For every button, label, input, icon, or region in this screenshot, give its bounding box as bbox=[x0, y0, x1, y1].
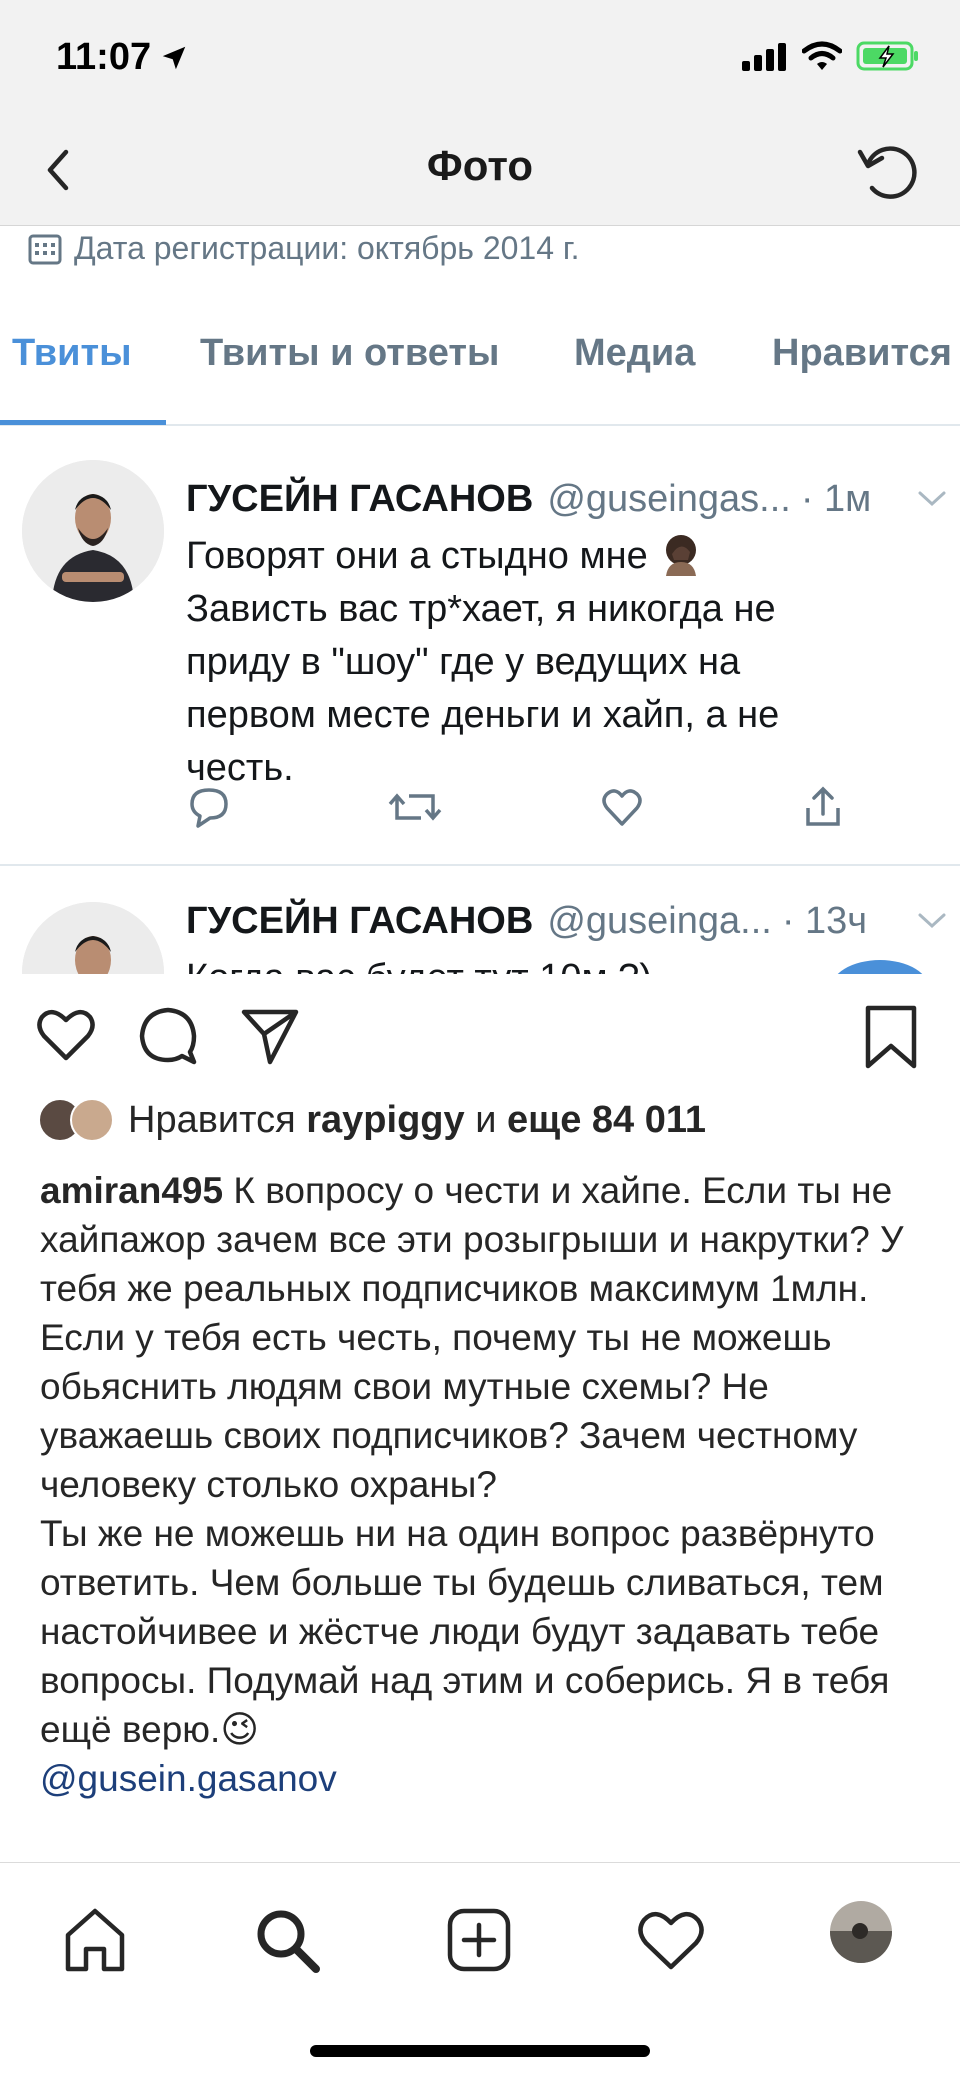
liker-avatar bbox=[70, 1098, 114, 1142]
save-button[interactable] bbox=[862, 1004, 920, 1070]
likes-conj: и bbox=[475, 1098, 497, 1141]
likes-text: Нравится raypiggy и еще 84 011 bbox=[128, 1099, 706, 1142]
tweet-divider bbox=[0, 864, 960, 866]
tweet-line: Зависть вас тр*хает, я никогда не bbox=[186, 588, 776, 630]
share-button[interactable] bbox=[238, 1004, 302, 1068]
like-button[interactable] bbox=[34, 1004, 98, 1064]
status-icons bbox=[742, 40, 920, 72]
home-indicator bbox=[310, 2045, 650, 2057]
battery-charging-icon bbox=[856, 41, 918, 71]
tweet-author-name: ГУСЕЙН ГАСАНОВ bbox=[186, 478, 534, 520]
tweet-author-name: ГУСЕЙН ГАСАНОВ bbox=[186, 900, 534, 942]
status-time: 11:07 bbox=[56, 36, 189, 79]
tweet-text: Когда вас будет тут 10м ?) bbox=[186, 952, 886, 974]
tab-tweets: Твиты bbox=[12, 332, 132, 374]
facepalm-emoji-icon bbox=[666, 535, 697, 576]
post-photo[interactable]: Дата регистрации: октябрь 2014 г. Твиты … bbox=[0, 226, 960, 974]
tab-likes: Нравится bbox=[772, 332, 952, 374]
active-tab-indicator bbox=[0, 420, 166, 425]
post-caption: amiran495 К вопросу о чести и хайпе. Есл… bbox=[40, 1166, 930, 1803]
caption-paragraph: Ты же не можешь ни на один вопрос развёр… bbox=[40, 1509, 930, 1754]
tweet-header: ГУСЕЙН ГАСАНОВ @guseingas... · 1м bbox=[186, 478, 871, 521]
reply-icon bbox=[190, 788, 228, 828]
calendar-icon bbox=[28, 234, 62, 264]
tweet-actions bbox=[186, 784, 846, 830]
comment-button[interactable] bbox=[136, 1004, 200, 1068]
twitter-tabs: Твиты Твиты и ответы Медиа Нравится bbox=[0, 310, 960, 426]
status-bar: 11:07 bbox=[0, 0, 960, 120]
home-tab[interactable] bbox=[58, 1903, 132, 1977]
likes-row[interactable]: Нравится raypiggy и еще 84 011 bbox=[38, 1098, 706, 1142]
profile-tab[interactable] bbox=[830, 1901, 892, 1963]
clock-text: 11:07 bbox=[56, 36, 152, 78]
caption-text: К вопросу о чести и хайпе. Если ты не ха… bbox=[40, 1170, 904, 1505]
navigation-bar: Фото bbox=[0, 120, 960, 226]
profile-avatar bbox=[830, 1901, 892, 1963]
avatar-image bbox=[22, 460, 164, 602]
tweet-line: приду в "шоу" где у ведущих на bbox=[186, 641, 741, 683]
avatar bbox=[22, 902, 164, 974]
registration-text: Дата регистрации: октябрь 2014 г. bbox=[74, 230, 580, 266]
registration-row: Дата регистрации: октябрь 2014 г. bbox=[28, 230, 580, 267]
tweet-line: Говорят они а стыдно мне bbox=[186, 530, 886, 583]
caption-mention[interactable]: @gusein.gasanov bbox=[40, 1758, 337, 1799]
heart-outline-icon bbox=[601, 789, 642, 826]
tweet-line: первом месте деньги и хайп, а не bbox=[186, 694, 780, 736]
activity-tab[interactable] bbox=[634, 1903, 708, 1977]
tab-media: Медиа bbox=[574, 332, 696, 374]
wink-emoji: 😉 bbox=[220, 1709, 259, 1750]
new-post-tab[interactable] bbox=[442, 1903, 516, 1977]
rotate-button[interactable] bbox=[854, 134, 926, 206]
rotate-icon bbox=[857, 146, 917, 199]
search-tab[interactable] bbox=[250, 1903, 324, 1977]
location-arrow-icon bbox=[162, 46, 186, 69]
signal-icon bbox=[742, 43, 786, 71]
likes-count[interactable]: еще 84 011 bbox=[507, 1099, 706, 1141]
tweet-time: · 1м bbox=[800, 478, 872, 520]
tweet-text: Говорят они а стыдно мне Зависть вас тр*… bbox=[186, 530, 886, 795]
chevron-down-icon bbox=[918, 913, 946, 929]
retweet-icon bbox=[389, 793, 442, 821]
avatar-image bbox=[22, 902, 164, 974]
caption-username[interactable]: amiran495 bbox=[40, 1170, 223, 1211]
page-title: Фото bbox=[426, 142, 534, 189]
tab-tweets-replies: Твиты и ответы bbox=[200, 332, 500, 374]
post-actions bbox=[0, 974, 960, 1094]
tweet-line: Когда вас будет тут 10м ?) bbox=[186, 952, 886, 974]
share-icon bbox=[806, 786, 840, 826]
caption-paragraph: amiran495 К вопросу о чести и хайпе. Есл… bbox=[40, 1166, 930, 1509]
liker-username[interactable]: raypiggy bbox=[306, 1099, 464, 1141]
wifi-icon bbox=[802, 41, 842, 70]
tweet-header: ГУСЕЙН ГАСАНОВ @guseinga... · 13ч bbox=[186, 900, 867, 943]
avatar bbox=[22, 460, 164, 602]
chevron-down-icon bbox=[918, 491, 946, 507]
tweet-time: · 13ч bbox=[781, 900, 868, 942]
caption-mention-line: @gusein.gasanov bbox=[40, 1754, 930, 1803]
tweet-handle: @guseingas... bbox=[547, 478, 791, 520]
tweet-handle: @guseinga... bbox=[547, 900, 772, 942]
likes-prefix: Нравится bbox=[128, 1098, 296, 1141]
caption-text: Ты же не можешь ни на один вопрос развёр… bbox=[40, 1513, 890, 1750]
